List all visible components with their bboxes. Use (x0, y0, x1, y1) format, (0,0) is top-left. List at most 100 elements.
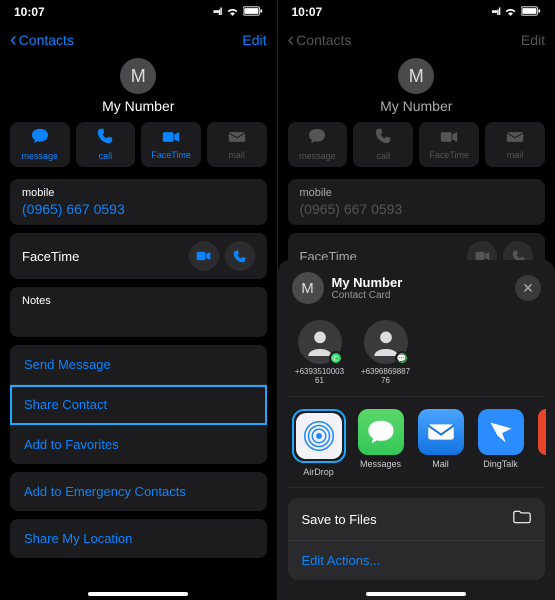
back-label: Contacts (296, 32, 351, 48)
status-icons: ••ıl (213, 6, 263, 19)
avatar-block: M My Number (278, 58, 555, 114)
add-favorites-item[interactable]: Add to Favorites (10, 425, 267, 464)
facetime-card-label: FaceTime (22, 249, 79, 264)
mail-button: mail (207, 122, 267, 167)
notes-card[interactable]: Notes (10, 287, 267, 337)
mail-icon (506, 130, 524, 148)
mail-label: mail (228, 150, 245, 160)
send-message-item[interactable]: Send Message (10, 345, 267, 385)
facetime-button[interactable]: FaceTime (141, 122, 201, 167)
chevron-left-icon: ‹ (10, 29, 17, 52)
call-label: call (99, 151, 113, 161)
facetime-label: FaceTime (151, 150, 191, 160)
avatar: M (398, 58, 434, 94)
airdrop-contact-2[interactable]: 💬 +639686988776 (360, 320, 412, 386)
messages-badge-icon: 💬 (395, 351, 409, 365)
video-icon (162, 130, 180, 148)
contact-title: My Number (380, 98, 452, 114)
close-button[interactable]: ✕ (515, 275, 541, 301)
share-contact-item[interactable]: Share Contact (10, 385, 267, 425)
message-button[interactable]: message (10, 122, 70, 167)
quick-actions: message call FaceTime mail (0, 114, 277, 175)
mail-app-icon (418, 409, 464, 455)
airdrop-app[interactable]: AirDrop (294, 409, 344, 477)
wifi-icon (226, 6, 239, 19)
airdrop-contact-2-label: +639686988776 (360, 368, 412, 386)
airdrop-contact-1[interactable]: ✆ +639351000361 (294, 320, 346, 386)
message-icon (31, 128, 49, 149)
phone-icon (375, 128, 391, 149)
mobile-value: (0965) 667 0593 (22, 201, 255, 217)
screen-contact-detail: 10:07 ••ıl ‹ Contacts Edit M My Number m… (0, 0, 278, 600)
call-button[interactable]: call (76, 122, 136, 167)
avatar-block: M My Number (0, 58, 277, 114)
share-action-list: Save to Files Edit Actions... (288, 498, 546, 580)
message-button: message (288, 122, 348, 167)
messages-app[interactable]: Messages (358, 409, 404, 477)
status-time: 10:07 (292, 5, 323, 19)
message-label: message (22, 151, 59, 161)
edit-button: Edit (521, 32, 545, 48)
actions-list-3: Share My Location (10, 519, 267, 558)
facetime-card: FaceTime (10, 233, 267, 279)
app-icon-partial (538, 409, 546, 455)
battery-icon (243, 6, 263, 19)
folder-icon (513, 510, 531, 528)
message-icon (308, 128, 326, 149)
mobile-card[interactable]: mobile (0965) 667 0593 (10, 179, 267, 225)
share-subtitle: Contact Card (332, 290, 403, 301)
nav-bar: ‹ Contacts Edit (278, 24, 555, 56)
edit-actions-item[interactable]: Edit Actions... (288, 541, 546, 580)
mail-button: mail (485, 122, 545, 167)
messages-icon (358, 409, 404, 455)
phone-icon (97, 128, 113, 149)
share-title: My Number (332, 275, 403, 290)
airdrop-contact-1-label: +639351000361 (294, 368, 346, 386)
save-to-files-item[interactable]: Save to Files (288, 498, 546, 541)
save-to-files-label: Save to Files (302, 512, 377, 527)
avatar[interactable]: M (120, 58, 156, 94)
person-icon: ✆ (298, 320, 342, 364)
status-icons: ••ıl (491, 6, 541, 19)
share-location-item[interactable]: Share My Location (10, 519, 267, 558)
mobile-label: mobile (300, 187, 534, 199)
wifi-icon (504, 6, 517, 19)
dingtalk-app[interactable]: DingTalk (478, 409, 524, 477)
messages-app-label: Messages (360, 459, 401, 469)
call-label: call (377, 151, 391, 161)
person-icon: 💬 (364, 320, 408, 364)
dingtalk-app-label: DingTalk (483, 459, 518, 469)
mobile-value: (0965) 667 0593 (300, 201, 534, 217)
mail-app[interactable]: Mail (418, 409, 464, 477)
contact-title: My Number (102, 98, 174, 114)
mobile-label: mobile (22, 187, 255, 199)
status-bar: 10:07 ••ıl (0, 0, 277, 24)
emergency-contacts-item[interactable]: Add to Emergency Contacts (10, 472, 267, 511)
mail-label: mail (507, 150, 524, 160)
screen-share-sheet: 10:07 ••ıl ‹ Contacts Edit M My Number m… (278, 0, 555, 600)
signal-icon: ••ıl (213, 7, 222, 18)
facetime-video-button[interactable] (189, 241, 219, 271)
chevron-left-icon: ‹ (288, 29, 295, 52)
home-indicator[interactable] (366, 592, 466, 596)
status-time: 10:07 (14, 5, 45, 19)
home-indicator[interactable] (88, 592, 188, 596)
share-header: M My Number Contact Card ✕ (288, 270, 546, 306)
battery-icon (521, 6, 541, 19)
video-icon (440, 130, 458, 148)
facetime-audio-button[interactable] (225, 241, 255, 271)
apps-row: AirDrop Messages Mail DingTalk (288, 397, 546, 488)
edit-button[interactable]: Edit (242, 32, 266, 48)
dingtalk-icon (478, 409, 524, 455)
signal-icon: ••ıl (491, 7, 500, 18)
back-button: ‹ Contacts (288, 29, 352, 52)
airdrop-icon (296, 413, 342, 459)
more-apps-peek[interactable] (538, 409, 546, 477)
share-sheet: M My Number Contact Card ✕ ✆ +6393510003… (278, 260, 555, 600)
airdrop-app-label: AirDrop (303, 467, 334, 477)
call-button: call (353, 122, 413, 167)
status-bar: 10:07 ••ıl (278, 0, 555, 24)
edit-actions-label: Edit Actions... (302, 553, 381, 568)
back-button[interactable]: ‹ Contacts (10, 29, 74, 52)
notes-label: Notes (22, 295, 255, 307)
